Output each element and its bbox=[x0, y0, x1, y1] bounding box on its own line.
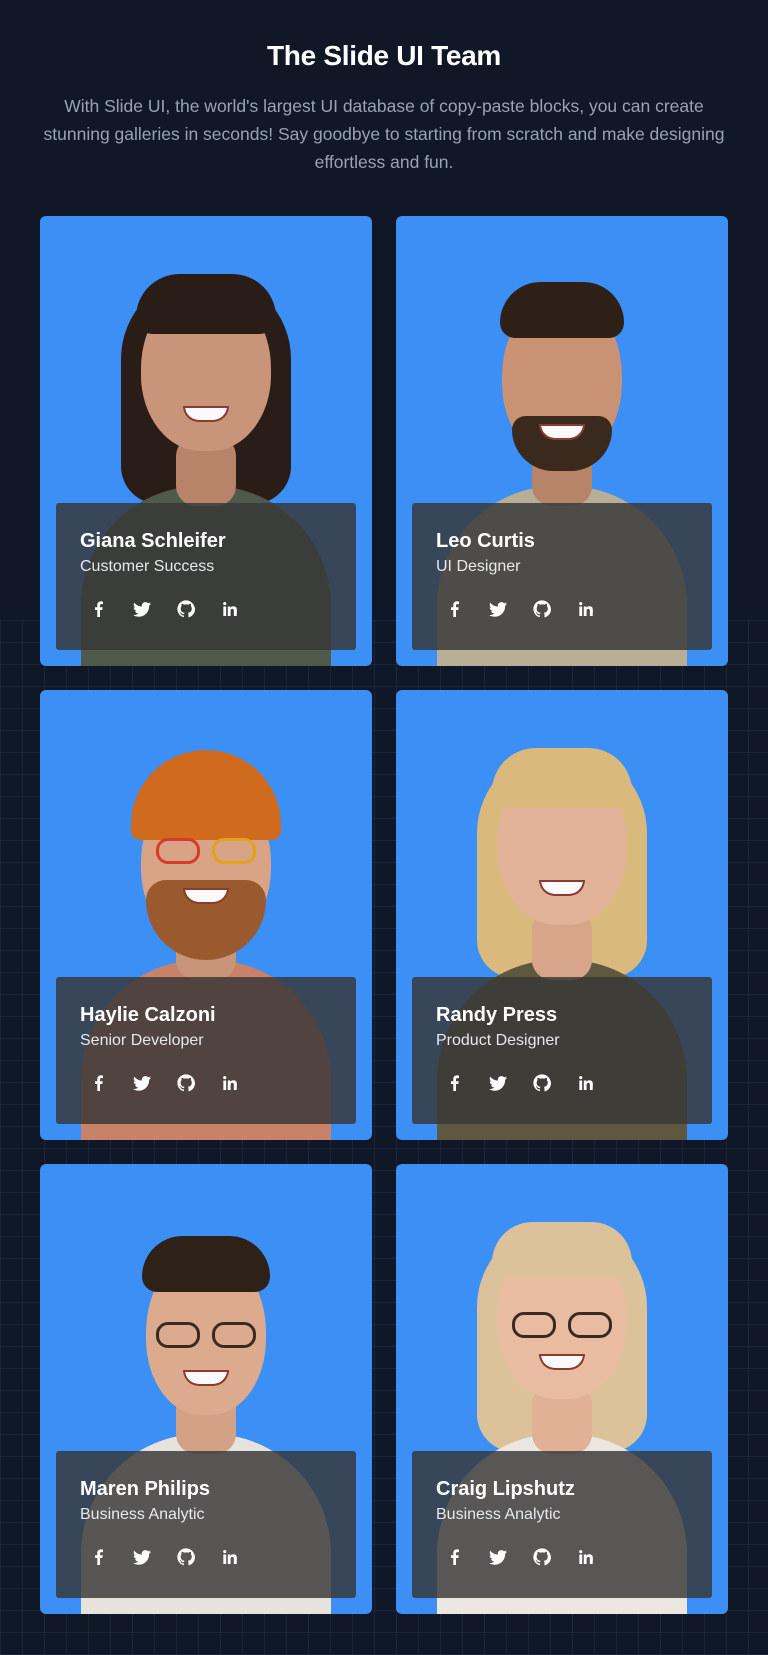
linkedin-icon[interactable] bbox=[576, 1073, 596, 1093]
team-card: Randy Press Product Designer bbox=[396, 690, 728, 1140]
twitter-icon[interactable] bbox=[488, 599, 508, 619]
page-title: The Slide UI Team bbox=[267, 40, 501, 71]
member-info-panel: Randy Press Product Designer bbox=[412, 977, 712, 1124]
twitter-icon[interactable] bbox=[488, 1547, 508, 1567]
member-role: Product Designer bbox=[436, 1032, 560, 1049]
member-name: Leo Curtis bbox=[436, 530, 535, 552]
team-header: The Slide UI Team With Slide UI, the wor… bbox=[0, 0, 768, 176]
github-icon[interactable] bbox=[532, 1073, 552, 1093]
social-links bbox=[444, 1073, 688, 1093]
github-icon[interactable] bbox=[532, 1547, 552, 1567]
linkedin-icon[interactable] bbox=[576, 1547, 596, 1567]
linkedin-icon[interactable] bbox=[220, 1073, 240, 1093]
member-info-panel: Haylie Calzoni Senior Developer bbox=[56, 977, 356, 1124]
team-card: Maren Philips Business Analytic bbox=[40, 1164, 372, 1614]
linkedin-icon[interactable] bbox=[220, 599, 240, 619]
member-role: Business Analytic bbox=[436, 1506, 561, 1523]
member-role: UI Designer bbox=[436, 558, 521, 575]
team-card: Craig Lipshutz Business Analytic bbox=[396, 1164, 728, 1614]
social-links bbox=[444, 1547, 688, 1567]
twitter-icon[interactable] bbox=[132, 1073, 152, 1093]
github-icon[interactable] bbox=[532, 599, 552, 619]
member-role: Customer Success bbox=[80, 558, 215, 575]
facebook-icon[interactable] bbox=[444, 1547, 464, 1567]
linkedin-icon[interactable] bbox=[220, 1547, 240, 1567]
team-card: Giana Schleifer Customer Success bbox=[40, 216, 372, 666]
page-subtitle: With Slide UI, the world's largest UI da… bbox=[43, 96, 725, 172]
github-icon[interactable] bbox=[176, 599, 196, 619]
twitter-icon[interactable] bbox=[488, 1073, 508, 1093]
social-links bbox=[88, 1073, 332, 1093]
facebook-icon[interactable] bbox=[444, 1073, 464, 1093]
facebook-icon[interactable] bbox=[88, 599, 108, 619]
github-icon[interactable] bbox=[176, 1547, 196, 1567]
member-role: Business Analytic bbox=[80, 1506, 205, 1523]
member-info-panel: Leo Curtis UI Designer bbox=[412, 503, 712, 650]
member-name: Craig Lipshutz bbox=[436, 1478, 575, 1500]
member-name: Giana Schleifer bbox=[80, 530, 226, 552]
twitter-icon[interactable] bbox=[132, 1547, 152, 1567]
social-links bbox=[444, 599, 688, 619]
member-name: Randy Press bbox=[436, 1004, 558, 1026]
member-info-panel: Maren Philips Business Analytic bbox=[56, 1451, 356, 1598]
facebook-icon[interactable] bbox=[444, 599, 464, 619]
facebook-icon[interactable] bbox=[88, 1547, 108, 1567]
team-card: Leo Curtis UI Designer bbox=[396, 216, 728, 666]
twitter-icon[interactable] bbox=[132, 599, 152, 619]
social-links bbox=[88, 1547, 332, 1567]
team-grid: Giana Schleifer Customer Success Leo Cur… bbox=[40, 216, 728, 1614]
member-info-panel: Giana Schleifer Customer Success bbox=[56, 503, 356, 650]
member-info-panel: Craig Lipshutz Business Analytic bbox=[412, 1451, 712, 1598]
member-role: Senior Developer bbox=[80, 1032, 204, 1049]
team-card: Haylie Calzoni Senior Developer bbox=[40, 690, 372, 1140]
member-name: Maren Philips bbox=[80, 1478, 211, 1500]
github-icon[interactable] bbox=[176, 1073, 196, 1093]
member-name: Haylie Calzoni bbox=[80, 1004, 216, 1026]
facebook-icon[interactable] bbox=[88, 1073, 108, 1093]
social-links bbox=[88, 599, 332, 619]
linkedin-icon[interactable] bbox=[576, 599, 596, 619]
